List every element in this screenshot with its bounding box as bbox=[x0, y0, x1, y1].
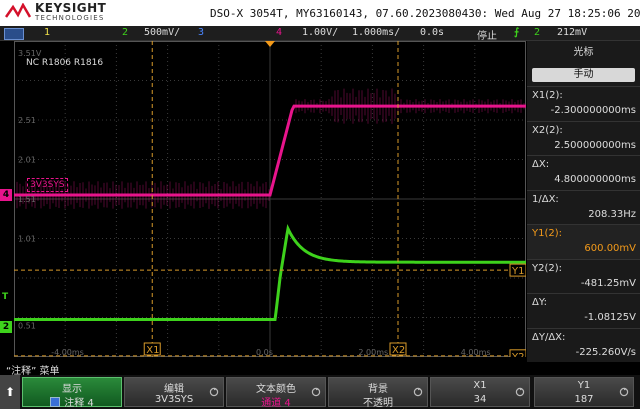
channel-status-bar: 1 2 500mV/ 3 4 1.00V/ 1.000ms/ 0.0s 停止 ⨍… bbox=[0, 26, 640, 42]
cursor-readout-label: 1/ΔX: bbox=[532, 193, 559, 205]
waveform-display[interactable]: X1 X2 Y1 Y2 3.51V 2.51 2.01 1.51 1.01 0.51 -4.00ms… bbox=[14, 41, 526, 357]
cursor-readout-value: -481.25mV bbox=[580, 277, 636, 289]
cursor-readout-value: -2.300000000ms bbox=[550, 105, 636, 116]
timebase-scale[interactable]: 1.000ms/ bbox=[352, 27, 400, 38]
cursor-readout-row: ΔY: -1.08125V bbox=[527, 293, 640, 328]
ch4-ground-marker[interactable]: 4 bbox=[0, 189, 12, 202]
cursor-readout-row[interactable]: Y1(2): 600.00mV bbox=[527, 224, 640, 259]
cursor-readout-value: -1.08125V bbox=[584, 312, 636, 323]
rotary-knob-icon bbox=[413, 387, 423, 397]
softkey-menu-title: “注释” 菜单 bbox=[0, 362, 640, 377]
annotation-3v3sys[interactable]: 3V3SYS bbox=[27, 178, 68, 192]
cursor-readout-value: 2.500000000ms bbox=[554, 139, 636, 151]
oscilloscope-screen: KEYSIGHT TECHNOLOGIES DSO-X 3054T, MY631… bbox=[0, 0, 640, 409]
cursor-readout-label: X1(2): bbox=[532, 90, 563, 101]
checkbox-icon bbox=[50, 397, 61, 407]
cursor-readout-label: ΔX: bbox=[532, 159, 550, 170]
ch2-ground-marker[interactable]: 2 bbox=[0, 321, 12, 334]
x-axis-label: -4.00ms bbox=[51, 348, 84, 357]
y-axis-label: 1.51 bbox=[18, 195, 36, 204]
channel-4-indicator[interactable]: 4 bbox=[276, 27, 282, 38]
cursor-readout-value: 4.800000000ms bbox=[554, 174, 636, 185]
cursor-readout-label: ΔY/ΔX: bbox=[532, 331, 566, 343]
keysight-logo-icon bbox=[5, 3, 31, 18]
softkey-1[interactable]: 显示 注释 4 bbox=[22, 377, 122, 409]
softkey-6[interactable]: Y1 187 bbox=[534, 377, 634, 407]
channel-3-indicator[interactable]: 3 bbox=[198, 27, 204, 38]
cursor-readout-row: ΔX: 4.800000000ms bbox=[527, 155, 640, 190]
back-arrow-icon[interactable]: ⬆ bbox=[0, 375, 20, 409]
x-axis-label: 4.00ms bbox=[461, 348, 491, 357]
model-info: DSO-X 3054T, MY63160143, 07.60.202308043… bbox=[210, 7, 640, 20]
cursor-panel-title: 光标 bbox=[573, 47, 594, 58]
softkey-label: 显示 bbox=[62, 384, 82, 395]
rotary-knob-icon bbox=[619, 387, 629, 397]
channel-2-scale[interactable]: 500mV/ bbox=[144, 27, 180, 38]
y-axis-label: 1.01 bbox=[18, 235, 36, 244]
x-axis-label: 2.00ms bbox=[358, 348, 388, 357]
time-delay[interactable]: 0.0s bbox=[420, 27, 444, 38]
trigger-level[interactable]: 212mV bbox=[557, 27, 587, 38]
y-axis-label: 2.51 bbox=[18, 116, 36, 125]
y-axis-label: 0.51 bbox=[18, 321, 36, 330]
softkey-3[interactable]: 文本颜色 通道 4 bbox=[226, 377, 326, 409]
softkey-5[interactable]: X1 34 bbox=[430, 377, 530, 407]
cursor-readout-row: ΔY/ΔX: -225.260V/s bbox=[527, 327, 640, 363]
channel-1-indicator[interactable]: 1 bbox=[44, 27, 50, 38]
cursor-panel: 光标 手动 X1(2): -2.300000000ms X2(2): 2.500000… bbox=[527, 41, 640, 362]
channel-2-indicator[interactable]: 2 bbox=[122, 27, 128, 38]
cursor-x1-tag: X1 bbox=[146, 345, 159, 356]
run-stop-status: 停止 bbox=[477, 31, 497, 42]
brand-subtitle: TECHNOLOGIES bbox=[35, 14, 105, 22]
main-menu-icon[interactable] bbox=[4, 28, 24, 40]
cursor-readout-value: 600.00mV bbox=[584, 243, 636, 254]
header-bar: KEYSIGHT TECHNOLOGIES DSO-X 3054T, MY631… bbox=[0, 0, 640, 26]
y-axis-label: 2.01 bbox=[18, 156, 36, 165]
channel-4-scale[interactable]: 1.00V/ bbox=[302, 27, 338, 38]
cursor-mode-button[interactable]: 手动 bbox=[532, 68, 635, 82]
cursor-readout-row: 1/ΔX: 208.33Hz bbox=[527, 189, 640, 225]
cursor-readout-row: X1(2): -2.300000000ms bbox=[527, 86, 640, 121]
cursor-readout-row: Y2(2): -481.25mV bbox=[527, 258, 640, 294]
cursor-readout-value: 208.33Hz bbox=[588, 208, 636, 220]
rotary-knob-icon bbox=[209, 387, 219, 397]
cursor-readout-label: Y2(2): bbox=[532, 262, 563, 274]
cursor-y1-tag: Y1 bbox=[511, 266, 524, 277]
brand-name: KEYSIGHT bbox=[35, 1, 107, 15]
cursor-readout-value: -225.260V/s bbox=[575, 346, 636, 358]
cursor-x2-tag: X2 bbox=[392, 345, 405, 356]
cursor-readout-label: X2(2): bbox=[532, 124, 563, 136]
graticule bbox=[14, 41, 526, 357]
trigger-channel[interactable]: 2 bbox=[534, 27, 540, 38]
x-axis-label: 0.0s bbox=[256, 348, 273, 357]
cursor-y2-tag: Y2 bbox=[511, 352, 524, 357]
trigger-edge-icon: ⨍ bbox=[514, 27, 520, 38]
softkey-bar: ⬆ 显示 注释 4 编辑 3V3SYS 文本颜色 通道 4 背景 不透明 X1 34 Y1 187 bbox=[0, 375, 640, 409]
cursor-readout-row: X2(2): 2.500000000ms bbox=[527, 120, 640, 156]
cursor-readout-label: ΔY: bbox=[532, 297, 547, 308]
y-axis-label: 3.51V bbox=[18, 49, 42, 58]
rotary-knob-icon bbox=[515, 387, 525, 397]
softkey-value: 注释 4 bbox=[23, 394, 121, 409]
softkey-4[interactable]: 背景 不透明 bbox=[328, 377, 428, 409]
softkey-2[interactable]: 编辑 3V3SYS bbox=[124, 377, 224, 407]
trigger-position-icon bbox=[265, 41, 275, 47]
rotary-knob-icon bbox=[311, 387, 321, 397]
trigger-level-marker[interactable]: T bbox=[2, 292, 8, 302]
annotation-text[interactable]: NC R1806 R1816 bbox=[26, 58, 103, 68]
cursor-readout-label: Y1(2): bbox=[532, 228, 563, 239]
